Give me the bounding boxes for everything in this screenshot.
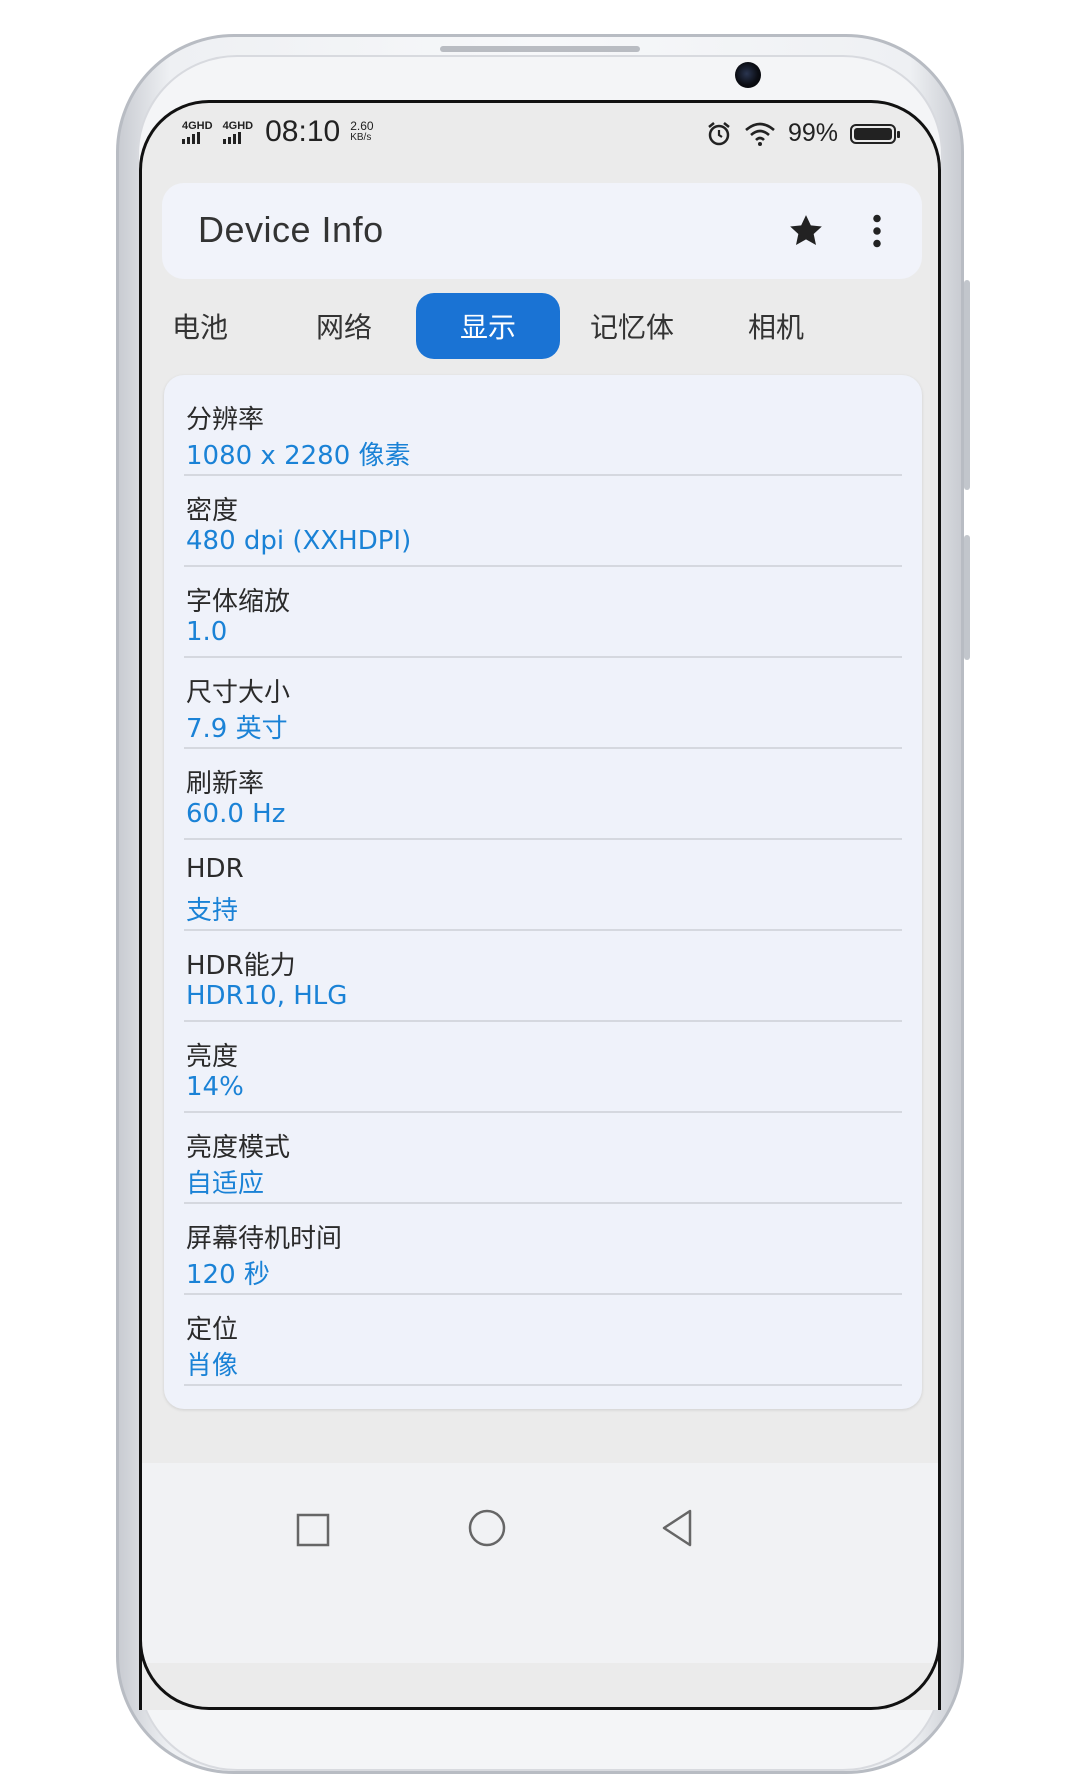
info-value: 7.9 英寸 — [186, 714, 288, 744]
battery-icon — [850, 123, 900, 144]
info-key: 定位 — [186, 1315, 239, 1345]
home-circle-icon[interactable] — [462, 1503, 512, 1553]
tab-display[interactable]: 显示 — [416, 293, 560, 359]
info-row-density: 密度 480 dpi (XXHDPI) — [184, 476, 902, 567]
info-row-screen-timeout: 屏幕待机时间 120 秒 — [184, 1204, 902, 1295]
info-row-brightness-mode: 亮度模式 自适应 — [184, 1113, 902, 1204]
info-value: 1080 x 2280 像素 — [186, 441, 411, 471]
info-key: 屏幕待机时间 — [186, 1224, 343, 1254]
info-row-resolution: 分辨率 1080 x 2280 像素 — [184, 385, 902, 476]
app-bar: Device Info — [162, 183, 922, 279]
info-row-refresh-rate: 刷新率 60.0 Hz — [184, 749, 902, 840]
display-info-card: 分辨率 1080 x 2280 像素 密度 480 dpi (XXHDPI) 字… — [164, 375, 922, 1409]
info-key: 刷新率 — [186, 769, 265, 799]
info-value: 60.0 Hz — [186, 799, 286, 829]
sim2-signal-icon: 4GHD — [222, 120, 253, 144]
info-row-hdr: HDR 支持 — [184, 840, 902, 931]
info-key: HDR能力 — [186, 951, 296, 981]
power-button — [964, 535, 970, 660]
info-value: 1.0 — [186, 617, 228, 647]
info-row-orientation: 定位 肖像 — [184, 1295, 902, 1386]
info-value: 自适应 — [186, 1169, 265, 1199]
wifi-icon — [745, 122, 775, 146]
tab-bar: 电池 网络 显示 记忆体 相机 — [142, 293, 938, 359]
tab-battery[interactable]: 电池 — [142, 293, 272, 359]
more-vert-icon[interactable] — [862, 211, 892, 251]
sim1-signal-icon: 4GHD — [182, 120, 213, 144]
info-key: 亮度模式 — [186, 1133, 291, 1163]
app-title: Device Info — [198, 209, 384, 250]
info-row-brightness: 亮度 14% — [184, 1022, 902, 1113]
star-icon[interactable] — [786, 211, 826, 251]
volume-button — [964, 280, 970, 490]
info-value: 支持 — [186, 896, 239, 926]
info-key: HDR — [186, 854, 244, 884]
info-value: 肖像 — [186, 1351, 239, 1381]
info-key: 亮度 — [186, 1042, 239, 1072]
info-value: 120 秒 — [186, 1260, 270, 1290]
info-key: 尺寸大小 — [186, 678, 291, 708]
info-key: 密度 — [186, 496, 239, 526]
info-row-hdr-capabilities: HDR能力 HDR10, HLG — [184, 931, 902, 1022]
tab-network[interactable]: 网络 — [272, 293, 416, 359]
status-bar: 4GHD 4GHD 08:10 2.60 KB/s 99% — [142, 103, 938, 173]
recents-square-icon[interactable] — [288, 1505, 338, 1555]
info-key: 字体缩放 — [186, 587, 291, 617]
alarm-icon — [708, 121, 730, 145]
network-speed: 2.60 KB/s — [350, 119, 374, 143]
battery-percent: 99% — [787, 119, 838, 147]
front-camera — [735, 62, 761, 88]
info-value: 480 dpi (XXHDPI) — [186, 526, 412, 556]
phone-screen: 4GHD 4GHD 08:10 2.60 KB/s 99% Device Inf… — [139, 100, 941, 1710]
earpiece-speaker — [440, 46, 640, 52]
status-time: 08:10 — [265, 115, 341, 148]
tab-camera[interactable]: 相机 — [704, 293, 848, 359]
info-row-size: 尺寸大小 7.9 英寸 — [184, 658, 902, 749]
back-triangle-icon[interactable] — [652, 1503, 702, 1553]
tab-memory[interactable]: 记忆体 — [560, 293, 704, 359]
info-key: 分辨率 — [186, 405, 265, 435]
info-value: HDR10, HLG — [186, 981, 348, 1011]
info-row-font-scale: 字体缩放 1.0 — [184, 567, 902, 658]
navigation-bar — [142, 1463, 938, 1663]
info-value: 14% — [186, 1072, 244, 1102]
